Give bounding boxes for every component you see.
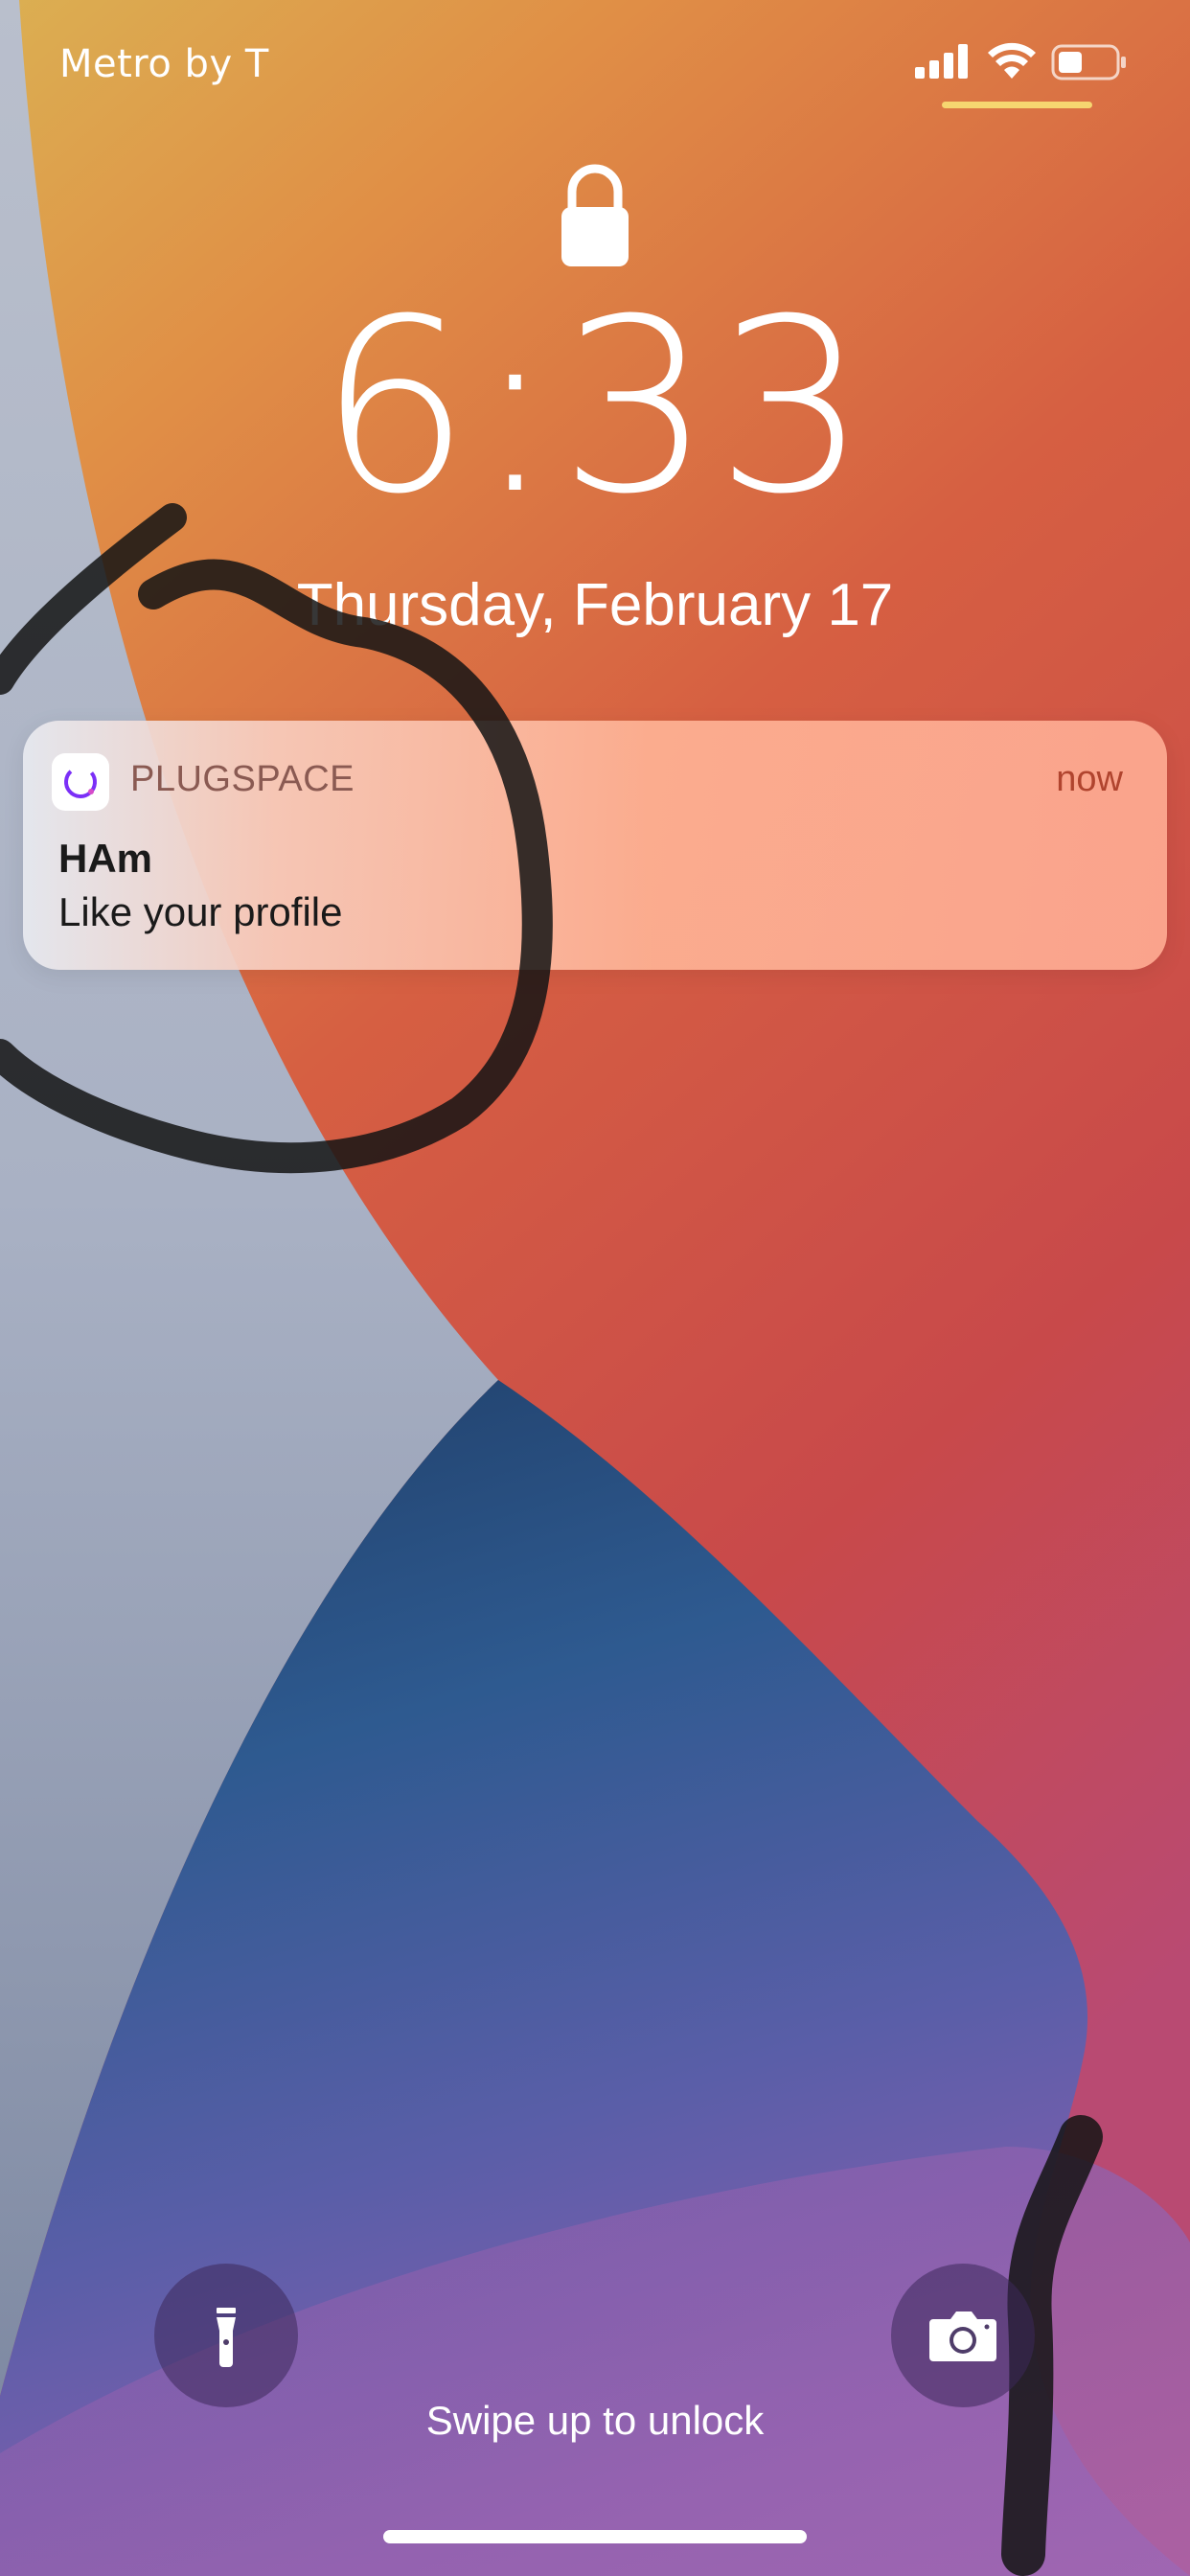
notification-time: now: [1056, 759, 1123, 799]
wifi-icon: [988, 42, 1036, 79]
clock-date: Thursday, February 17: [296, 572, 894, 638]
camera-icon: [929, 2312, 996, 2361]
camera-button[interactable]: [891, 2264, 1035, 2407]
notification-card[interactable]: PLUGSPACE now HAm Like your profile: [23, 721, 1167, 970]
lock-screen: Metro by T 6:33 Thursday, February 17 PL…: [0, 0, 1190, 2576]
notification-title: HAm: [58, 836, 153, 881]
lock-icon: [561, 164, 629, 266]
clock-time: 6:33: [318, 267, 872, 546]
status-underline: [942, 102, 1092, 108]
cellular-signal-icon: [915, 44, 968, 79]
notification-body: Like your profile: [58, 889, 343, 934]
home-indicator[interactable]: [383, 2530, 807, 2543]
flashlight-icon: [217, 2308, 236, 2367]
plugspace-app-icon: [52, 753, 109, 811]
notification-app-name: PLUGSPACE: [130, 759, 355, 799]
battery-icon: [1051, 44, 1126, 80]
carrier-name: Metro by T: [59, 42, 269, 86]
flashlight-button[interactable]: [154, 2264, 298, 2407]
swipe-up-hint: Swipe up to unlock: [425, 2398, 765, 2443]
